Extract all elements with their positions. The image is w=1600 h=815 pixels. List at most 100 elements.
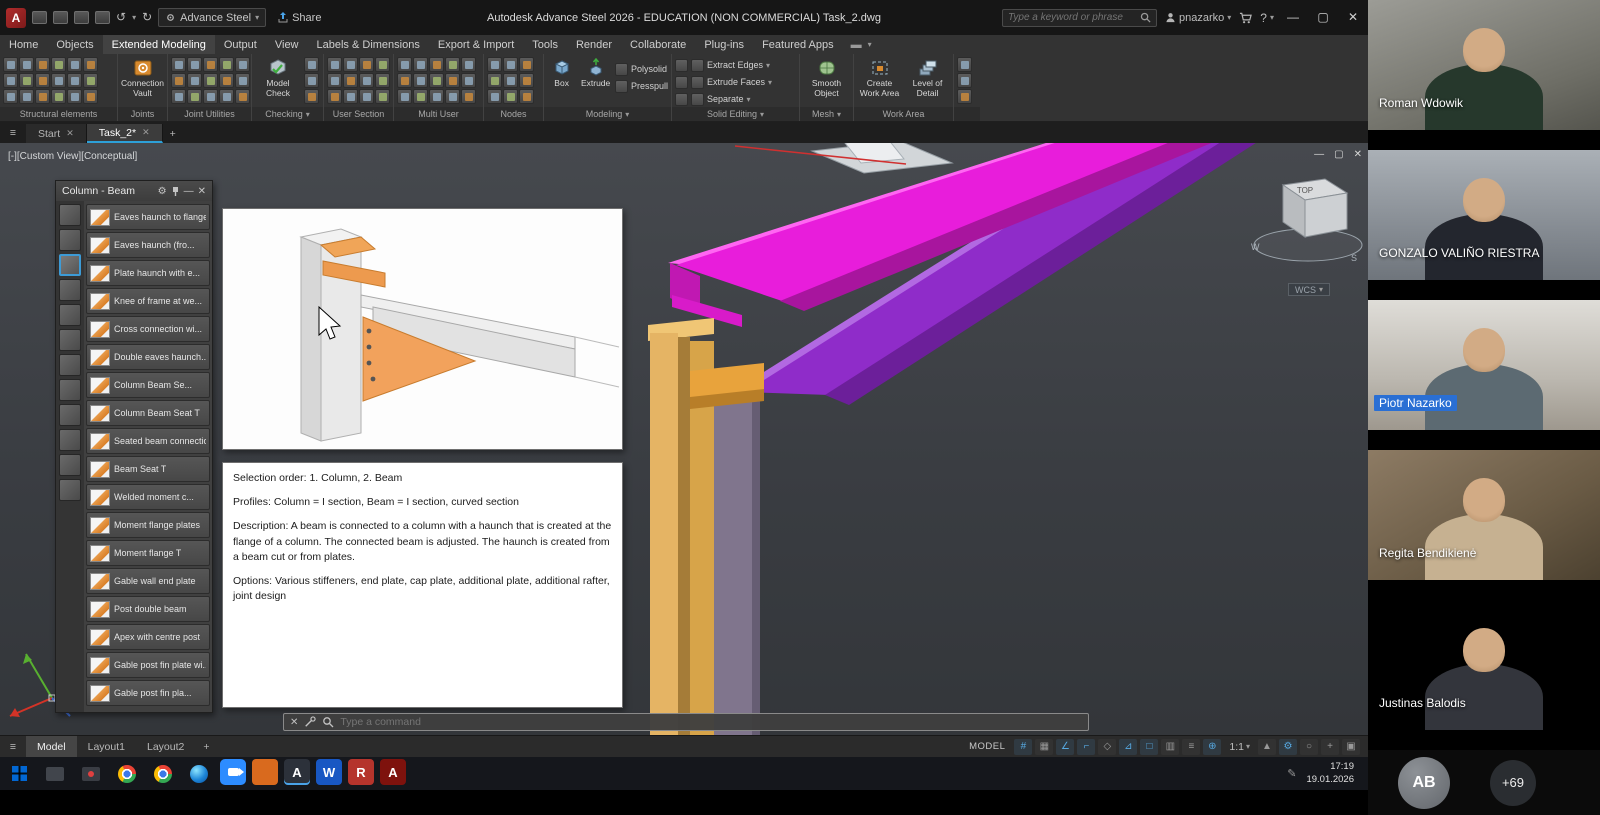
command-customize-wrench-icon[interactable]: [304, 716, 316, 728]
joint-category-icon[interactable]: [59, 254, 81, 276]
drawing-restore-icon[interactable]: ▢: [1334, 149, 1343, 160]
chrome-icon[interactable]: [148, 759, 178, 788]
tool-icon[interactable]: [3, 57, 18, 72]
tool-icon[interactable]: [519, 57, 534, 72]
palette-title-bar[interactable]: Column - Beam ⚙ — ✕: [56, 181, 212, 201]
ribbon-tab[interactable]: Tools: [523, 35, 567, 54]
isolate-objects-icon[interactable]: ○: [1300, 739, 1318, 755]
lineweight-icon[interactable]: ≡: [1182, 739, 1200, 755]
annotation-monitor-icon[interactable]: +: [1321, 739, 1339, 755]
tool-icon[interactable]: [171, 57, 186, 72]
extract-edges-button[interactable]: Extract Edges▾: [675, 57, 770, 73]
ribbon-tab[interactable]: Home: [0, 35, 47, 54]
tool-icon[interactable]: [3, 89, 18, 104]
tool-icon[interactable]: [445, 57, 460, 72]
drawing-minimize-icon[interactable]: —: [1314, 149, 1324, 160]
ribbon-tab[interactable]: Extended Modeling: [103, 35, 215, 54]
solid-tool-icon[interactable]: [691, 93, 704, 106]
acrobat-icon[interactable]: A: [380, 759, 406, 785]
tool-icon[interactable]: [171, 73, 186, 88]
app-store-cart-icon[interactable]: [1239, 12, 1252, 24]
tool-icon[interactable]: [359, 73, 374, 88]
participant-avatar[interactable]: AB: [1398, 757, 1450, 809]
joint-type-item[interactable]: Eaves haunch to flange: [86, 204, 210, 230]
joint-category-icon[interactable]: [59, 429, 81, 451]
smooth-object-button[interactable]: Smooth Object: [804, 57, 850, 99]
joint-type-item[interactable]: Welded moment c...: [86, 484, 210, 510]
ribbon-tab[interactable]: Plug-ins: [695, 35, 753, 54]
joint-category-icon[interactable]: [59, 354, 81, 376]
joint-type-item[interactable]: Gable wall end plate: [86, 568, 210, 594]
connection-vault-button[interactable]: Connection Vault: [121, 57, 164, 99]
tool-icon[interactable]: [343, 73, 358, 88]
tool-icon[interactable]: [429, 57, 444, 72]
joint-type-item[interactable]: Plate haunch with e...: [86, 260, 210, 286]
ribbon-tab[interactable]: Featured Apps: [753, 35, 843, 54]
layout-tab[interactable]: Model: [26, 736, 77, 758]
new-layout-button[interactable]: +: [195, 741, 217, 753]
drawing-tab[interactable]: Task_2*✕: [87, 124, 163, 143]
tool-icon[interactable]: [327, 89, 342, 104]
tool-icon[interactable]: [203, 89, 218, 104]
tool-icon[interactable]: [304, 89, 319, 104]
wcs-selector[interactable]: WCS▾: [1288, 283, 1330, 296]
ribbon-tab[interactable]: Output: [215, 35, 266, 54]
joint-type-item[interactable]: Cross connection wi...: [86, 316, 210, 342]
workspace-switcher[interactable]: Advance Steel ▾: [158, 8, 266, 27]
solid-tool-icon[interactable]: [691, 59, 704, 72]
ortho-icon[interactable]: ⌐: [1077, 739, 1095, 755]
tool-icon[interactable]: [35, 73, 50, 88]
tool-icon[interactable]: [429, 73, 444, 88]
group-expand-caret-icon[interactable]: ▾: [837, 110, 841, 119]
tool-icon[interactable]: [397, 57, 412, 72]
open-file-icon[interactable]: [53, 11, 68, 24]
ribbon-group-label[interactable]: Checking▾: [252, 107, 323, 121]
drawing-tab[interactable]: Start✕: [26, 124, 87, 143]
tool-icon[interactable]: [83, 89, 98, 104]
ribbon-group-label[interactable]: Solid Editing▾: [672, 107, 799, 121]
plot-icon[interactable]: [95, 11, 110, 24]
box-button[interactable]: Box: [547, 57, 576, 89]
joint-type-item[interactable]: Column Beam Se...: [86, 372, 210, 398]
taskbar-app-icon[interactable]: [40, 759, 70, 788]
ribbon-tab[interactable]: View: [266, 35, 308, 54]
new-file-icon[interactable]: [32, 11, 47, 24]
ribbon-group-label[interactable]: Joint Utilities: [168, 107, 251, 121]
joint-category-icon[interactable]: [59, 329, 81, 351]
save-icon[interactable]: [74, 11, 89, 24]
joint-category-icon[interactable]: [59, 379, 81, 401]
palette-settings-gear-icon[interactable]: ⚙: [158, 186, 167, 197]
palette-minimize-icon[interactable]: —: [184, 186, 194, 197]
tool-icon[interactable]: [503, 89, 518, 104]
tool-icon[interactable]: [304, 73, 319, 88]
zoom-icon[interactable]: [220, 759, 246, 785]
tab-close-icon[interactable]: ✕: [142, 127, 150, 138]
joint-category-icon[interactable]: [59, 279, 81, 301]
command-search-icon[interactable]: [322, 716, 334, 728]
tool-icon[interactable]: [957, 57, 972, 72]
tool-icon[interactable]: [327, 73, 342, 88]
dynamic-ucs-icon[interactable]: ⊕: [1203, 739, 1221, 755]
drawing-tabs-menu-icon[interactable]: ≡: [0, 122, 26, 143]
tool-icon[interactable]: [375, 57, 390, 72]
taskbar-app-icon[interactable]: [252, 759, 278, 785]
ribbon-tab[interactable]: Collaborate: [621, 35, 695, 54]
app-logo-icon[interactable]: A: [6, 8, 26, 28]
polysolid-button[interactable]: Polysolid: [615, 61, 668, 77]
ribbon-tab[interactable]: Render: [567, 35, 621, 54]
tool-icon[interactable]: [413, 57, 428, 72]
joint-type-item[interactable]: Apex with centre post: [86, 624, 210, 650]
solid-tool-icon[interactable]: [691, 76, 704, 89]
tool-icon[interactable]: [219, 89, 234, 104]
close-button[interactable]: ✕: [1342, 0, 1364, 35]
tool-icon[interactable]: [67, 89, 82, 104]
tool-icon[interactable]: [397, 89, 412, 104]
help-search-input[interactable]: [1008, 12, 1136, 23]
group-expand-caret-icon[interactable]: ▾: [306, 110, 310, 119]
joint-type-item[interactable]: Moment flange T: [86, 540, 210, 566]
tool-icon[interactable]: [51, 89, 66, 104]
osnap-tracking-icon[interactable]: ⊿: [1119, 739, 1137, 755]
group-expand-caret-icon[interactable]: ▾: [625, 110, 629, 119]
viewport-view-label[interactable]: [-][Custom View][Conceptual]: [8, 151, 137, 162]
extrude-button[interactable]: Extrude: [579, 57, 612, 89]
